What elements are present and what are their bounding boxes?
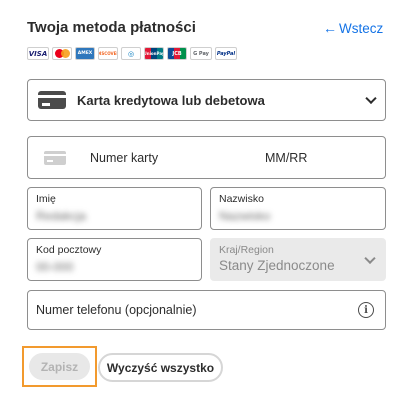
accepted-cards: VISA AMEX DISCOVER ◎ UnionPay JCB G Pay … <box>27 47 237 60</box>
save-button-focus-ring: Zapisz <box>22 346 97 387</box>
gpay-logo-icon: G Pay <box>190 47 212 60</box>
country-value: Stany Zjednoczone <box>219 258 335 273</box>
card-number-placeholder: Numer karty <box>90 150 159 165</box>
diners-logo-icon: ◎ <box>121 47 141 60</box>
last-name-value: Nazwisko <box>219 209 271 223</box>
mastercard-logo-icon <box>52 47 72 60</box>
amex-logo-icon: AMEX <box>75 47 95 60</box>
country-select[interactable]: Kraj/Region Stany Zjednoczone <box>210 238 386 281</box>
page-title: Twoja metoda płatności <box>27 19 196 36</box>
discover-logo-icon: DISCOVER <box>98 47 118 60</box>
unionpay-logo-icon: UnionPay <box>144 47 164 60</box>
card-number-field[interactable]: Numer karty MM/RR <box>27 136 386 179</box>
paypal-logo-icon: PayPal <box>215 47 237 60</box>
first-name-label: Imię <box>36 193 56 205</box>
postal-code-value: 00-000 <box>36 260 74 274</box>
payment-method-value: Karta kredytowa lub debetowa <box>77 92 265 108</box>
first-name-value: Redakcja <box>36 209 87 223</box>
chevron-down-icon <box>364 252 376 264</box>
clear-all-button[interactable]: Wyczyść wszystko <box>98 353 223 382</box>
save-button[interactable]: Zapisz <box>29 353 90 380</box>
last-name-field[interactable]: Nazwisko Nazwisko <box>210 187 386 230</box>
postal-code-field[interactable]: Kod pocztowy 00-000 <box>27 238 202 281</box>
card-icon <box>44 150 66 165</box>
arrow-left-icon: ← <box>323 20 337 36</box>
phone-field[interactable]: Numer telefonu (opcjonalnie) i <box>27 290 386 330</box>
jcb-logo-icon: JCB <box>167 47 187 60</box>
back-link-label: Wstecz <box>339 20 384 36</box>
last-name-label: Nazwisko <box>219 193 264 205</box>
info-icon[interactable]: i <box>358 302 374 318</box>
first-name-field[interactable]: Imię Redakcja <box>27 187 202 230</box>
back-link[interactable]: ← Wstecz <box>323 20 383 36</box>
visa-logo-icon: VISA <box>27 47 49 60</box>
expiry-field[interactable]: MM/RR <box>265 151 307 165</box>
phone-placeholder: Numer telefonu (opcjonalnie) <box>36 303 197 317</box>
country-label: Kraj/Region <box>219 244 274 256</box>
chevron-down-icon <box>365 92 377 105</box>
credit-card-icon <box>38 91 66 109</box>
postal-code-label: Kod pocztowy <box>36 244 102 256</box>
payment-method-select[interactable]: Karta kredytowa lub debetowa <box>27 79 386 121</box>
